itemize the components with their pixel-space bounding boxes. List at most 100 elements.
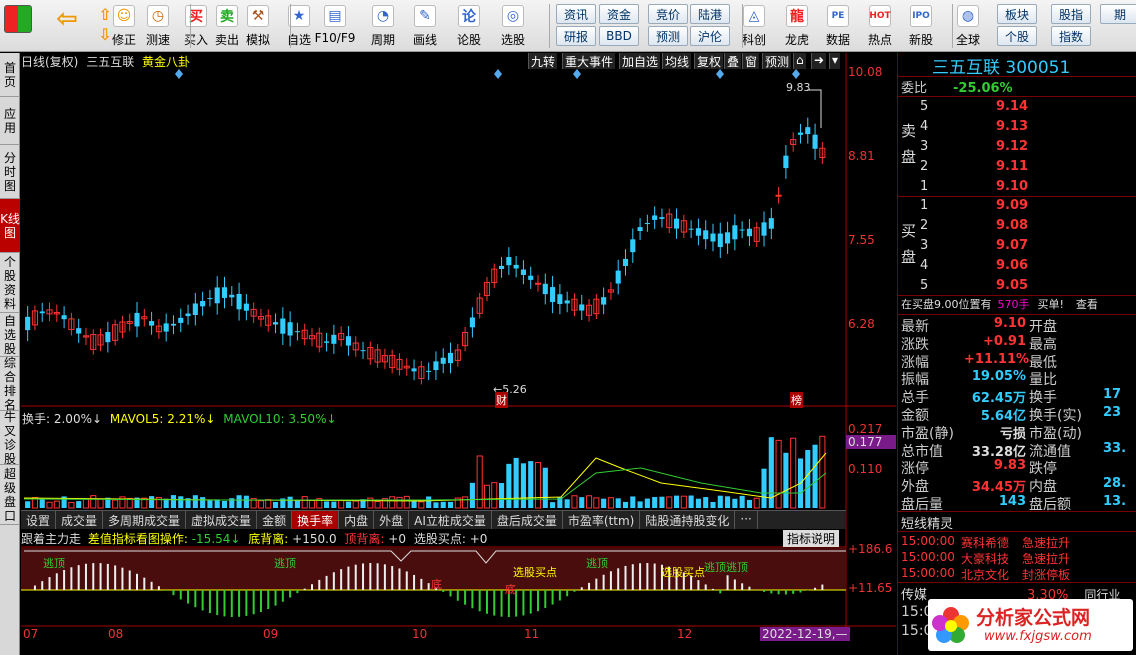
stat-label-2: 市盈(动) [1029, 425, 1082, 442]
stat-label-2: 跌停 [1029, 461, 1057, 478]
f10-button-label: F10/F9 [314, 31, 356, 45]
volume-bar [426, 496, 432, 508]
quick-button-0-0[interactable]: 资讯 [556, 4, 596, 24]
stock-pick-button[interactable]: ◎ 选股 [495, 2, 531, 50]
ask-price[interactable]: 9.11 [996, 159, 1028, 174]
rank-marker[interactable]: 榜 [790, 392, 803, 408]
stock-pick-icon: ◎ [502, 5, 524, 27]
forum-button[interactable]: 论论股 [451, 2, 487, 50]
nav-item-1[interactable]: 应用 [0, 97, 20, 145]
sell-button-label: 卖出 [214, 33, 239, 47]
watermark: 分析家公式网 www.fxjgsw.com [928, 599, 1133, 651]
tab-2[interactable]: 多周期成交量 [103, 511, 187, 529]
tab-8[interactable]: AI立桩成交量 [409, 511, 492, 529]
candle-body [746, 228, 752, 237]
quick-button-2-0[interactable]: 竞价 [648, 4, 688, 24]
quick-button-5-1[interactable]: 指数 [1051, 26, 1091, 46]
tab-5[interactable]: 换手率 [292, 511, 340, 529]
tab-10[interactable]: 市盈率(ttm) [563, 511, 641, 529]
nav-item-0[interactable]: 首页 [0, 53, 20, 97]
nav-item-4[interactable]: 个股资料 [0, 253, 20, 313]
bid-price[interactable]: 9.06 [996, 258, 1028, 273]
finance-marker[interactable]: 财 [495, 392, 508, 408]
indicator-title[interactable]: 跟着主力走 [21, 532, 81, 546]
ipo-button[interactable]: IPO 新股 [903, 2, 939, 50]
f10-button[interactable]: ▤ F10/F9 [314, 2, 356, 50]
separator [742, 4, 743, 48]
volume-bar [534, 462, 542, 509]
bid-row: 3 9.07 [920, 238, 1028, 256]
volume-bar [257, 500, 265, 509]
hot-button[interactable]: HOT 热点 [862, 2, 898, 50]
nav-item-6[interactable]: 综合排名 [0, 356, 20, 412]
sector-name[interactable]: 传媒 [901, 588, 927, 603]
tab-3[interactable]: 虚拟成交量 [186, 511, 258, 529]
tab-11[interactable]: 陆股通持股变化 [640, 511, 736, 529]
tab-0[interactable]: 设置 [21, 511, 57, 529]
kline-chart[interactable]: 逃顶 逃顶 逃顶 逃顶 逃顶选股买点 选股买点底底 [21, 53, 896, 655]
ask-price[interactable]: 9.12 [996, 139, 1028, 154]
bid-price[interactable]: 9.08 [996, 218, 1028, 233]
quick-button-4-1[interactable]: 个股 [997, 26, 1037, 46]
draw-button[interactable]: ✎ 画线 [407, 2, 443, 50]
tab-9[interactable]: 盘后成交量 [492, 511, 563, 529]
ipo-button-label: 新股 [908, 33, 933, 47]
nav-item-2[interactable]: 分时图 [0, 145, 20, 199]
bid-price[interactable]: 9.09 [996, 198, 1028, 213]
period-button[interactable]: ◔ 周期 [365, 2, 401, 50]
chart-area: 日线(复权) 三五互联 黄金八卦 九转 重大事件 加自选 均线 复权叠窗预测 ⌂ ➜ ▾ 逃顶… [21, 53, 896, 655]
nav-item-7[interactable]: 牛叉诊股 [0, 410, 20, 466]
stat-value: 5.64亿 [980, 409, 1026, 424]
nav-item-8[interactable]: 超级盘口 [0, 465, 20, 525]
data-button[interactable]: PE 数据 [820, 2, 856, 50]
quick-button-3-1[interactable]: 沪伦 [690, 26, 730, 46]
quick-button-6-0[interactable]: 期 [1100, 4, 1136, 24]
ask-price[interactable]: 9.14 [996, 99, 1028, 114]
grid-logo-icon [4, 5, 32, 33]
bid-row: 2 9.08 [920, 218, 1028, 236]
quick-button-4-0[interactable]: 板块 [997, 4, 1037, 24]
tab-1[interactable]: 成交量 [56, 511, 104, 529]
simulate-button[interactable]: ⚒ 模拟 [240, 2, 276, 50]
tab-4[interactable]: 金额 [257, 511, 293, 529]
notice-text: 在买盘9.00位置有 [901, 298, 992, 311]
quick-button-5-0[interactable]: 股指 [1051, 4, 1091, 24]
speedtest-button[interactable]: ◷ 测速 [140, 2, 176, 50]
volume-bar [331, 501, 337, 508]
volume-bar [593, 497, 600, 509]
buy-icon: 买 [185, 5, 207, 27]
nav-item-5[interactable]: 自选股 [0, 313, 20, 357]
global-button[interactable]: ◍ 全球 [950, 2, 986, 50]
quick-button-0-1[interactable]: 研报 [556, 26, 596, 46]
ask-price[interactable]: 9.10 [996, 179, 1028, 194]
date-label-1: 08 [108, 627, 124, 641]
bid-level: 1 [920, 198, 929, 213]
dragon-tiger-button[interactable]: 龍龙虎 [779, 2, 815, 50]
quick-button-3-0[interactable]: 陆港 [690, 4, 730, 24]
home-logo-button[interactable] [4, 2, 32, 50]
tab-12[interactable]: ··· [735, 511, 758, 529]
candle-body [294, 331, 300, 333]
period-button-label: 周期 [370, 33, 395, 47]
fix-button[interactable]: ☺ 修正 [106, 2, 142, 50]
top-divergence-value: +0 [388, 532, 406, 546]
tab-6[interactable]: 内盘 [339, 511, 375, 529]
candle-body [61, 315, 67, 320]
stock-name: 三五互联 [932, 58, 1000, 78]
indicator-explain-button[interactable]: 指标说明 [783, 530, 840, 547]
nav-item-3[interactable]: K线图 [0, 199, 20, 253]
back-button[interactable]: ⇦ [52, 2, 82, 50]
quick-button-1-1[interactable]: BBD [599, 26, 639, 46]
tab-7[interactable]: 外盘 [374, 511, 410, 529]
notice-view-button[interactable]: 查看 [1076, 298, 1098, 311]
quick-button-2-1[interactable]: 预测 [648, 26, 688, 46]
watchlist-button[interactable]: ★ 自选 [281, 2, 317, 50]
indicator-signal-7: 底 [431, 577, 442, 591]
bid-price[interactable]: 9.05 [996, 278, 1028, 293]
vol-axis-1: 0.217 [848, 422, 883, 436]
buy-side-label: 买盘 [901, 222, 917, 266]
forum-button-label: 论股 [456, 33, 481, 47]
ask-price[interactable]: 9.13 [996, 119, 1028, 134]
quick-button-1-0[interactable]: 资金 [599, 4, 639, 24]
bid-price[interactable]: 9.07 [996, 238, 1028, 253]
